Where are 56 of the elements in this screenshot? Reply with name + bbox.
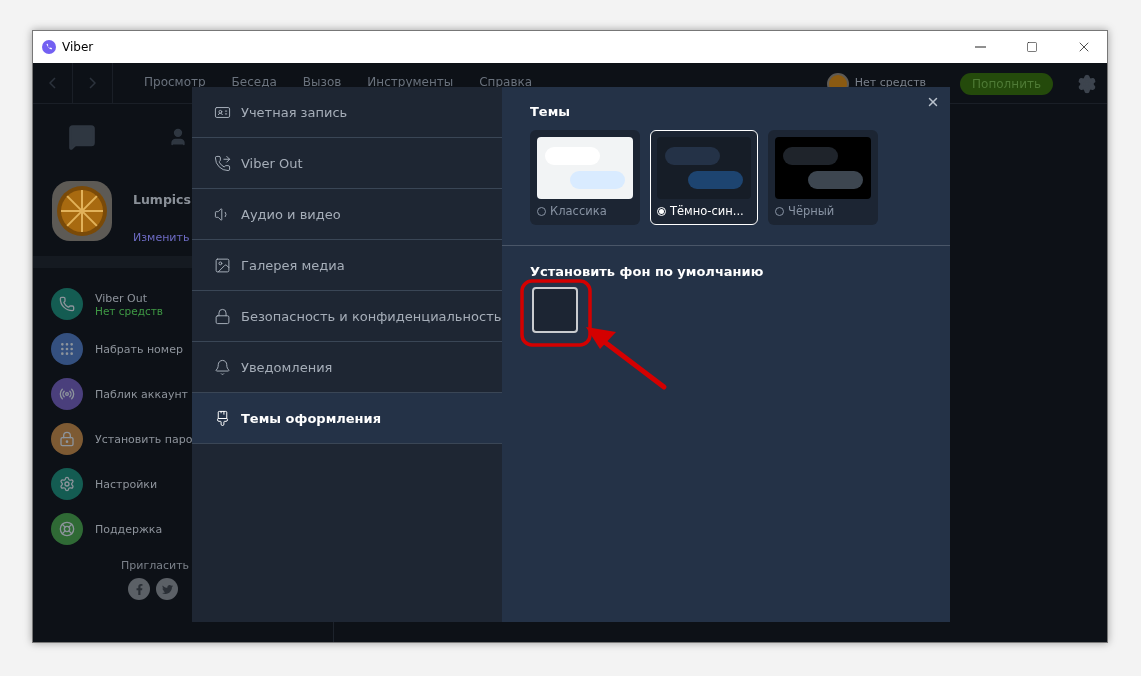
menu-icon bbox=[214, 256, 231, 274]
menu-item[interactable]: Вызов bbox=[302, 75, 342, 89]
theme-label: Классика bbox=[550, 204, 607, 218]
glyph-icon bbox=[59, 476, 75, 492]
settings-menu-item[interactable]: Темы оформления bbox=[192, 393, 502, 444]
menu-item[interactable]: Просмотр bbox=[144, 75, 206, 89]
menu-item-icon[interactable] bbox=[51, 513, 83, 545]
section-title: Установить фон по умолчанию bbox=[530, 264, 765, 279]
glyph-icon bbox=[59, 341, 75, 357]
glyph-icon bbox=[59, 296, 75, 312]
dialog-close-button[interactable] bbox=[926, 95, 940, 109]
menu-item-icon[interactable] bbox=[51, 468, 83, 500]
balance-text: Нет средств bbox=[854, 75, 927, 89]
twitter-icon[interactable] bbox=[156, 578, 178, 600]
background-swatch[interactable] bbox=[532, 287, 578, 333]
theme-card[interactable]: Чёрный bbox=[768, 130, 878, 225]
sidebar-item[interactable]: Поддержка bbox=[95, 522, 163, 536]
glyph-icon bbox=[59, 521, 75, 537]
sidebar-item[interactable]: Настройки bbox=[95, 477, 158, 491]
window-title: Viber bbox=[62, 40, 95, 54]
close-icon bbox=[926, 95, 940, 109]
menu-icon bbox=[214, 358, 231, 376]
sidebar-item[interactable]: Паблик аккаунт bbox=[95, 387, 188, 401]
minimize-icon bbox=[974, 46, 986, 48]
profile-name: Lumpics bbox=[133, 192, 191, 207]
edit-link[interactable]: Изменить bbox=[133, 231, 191, 244]
sidebar-item[interactable]: Установить паро bbox=[95, 432, 193, 446]
invite-label: Пригласить bbox=[121, 559, 190, 572]
highlight-frame bbox=[520, 279, 592, 347]
menu-icon bbox=[214, 154, 231, 172]
maximize-icon bbox=[1026, 41, 1038, 53]
menu-icon bbox=[214, 409, 231, 427]
menu-item-icon[interactable] bbox=[51, 288, 83, 320]
sidebar-item[interactable]: Набрать номер bbox=[95, 342, 183, 356]
settings-icon[interactable] bbox=[1077, 74, 1097, 94]
menu-item-icon[interactable] bbox=[51, 378, 83, 410]
menu-item[interactable]: Беседа bbox=[231, 75, 277, 89]
theme-label: Чёрный bbox=[788, 204, 835, 218]
theme-card[interactable]: Классика bbox=[530, 130, 640, 225]
sidebar-item[interactable]: Viber Out bbox=[95, 291, 164, 305]
menu-item-icon[interactable] bbox=[51, 423, 83, 455]
chevron-left-icon bbox=[49, 77, 56, 89]
citrus-slice-avatar bbox=[51, 180, 113, 242]
balance-status: Нет средств bbox=[95, 304, 164, 317]
section-title: Темы bbox=[530, 104, 572, 119]
theme-card[interactable]: Тёмно-син... bbox=[650, 130, 758, 225]
menu-item-icon[interactable] bbox=[51, 333, 83, 365]
menu-icon bbox=[214, 307, 231, 325]
glyph-icon bbox=[59, 386, 75, 402]
chevron-right-icon bbox=[89, 77, 96, 89]
glyph-icon bbox=[59, 431, 75, 447]
menu-item[interactable]: Справка bbox=[479, 75, 533, 89]
menu-item[interactable]: Инструменты bbox=[367, 75, 454, 89]
facebook-icon[interactable] bbox=[128, 578, 150, 600]
app-logo-icon bbox=[42, 40, 56, 54]
theme-label: Тёмно-син... bbox=[670, 204, 744, 218]
